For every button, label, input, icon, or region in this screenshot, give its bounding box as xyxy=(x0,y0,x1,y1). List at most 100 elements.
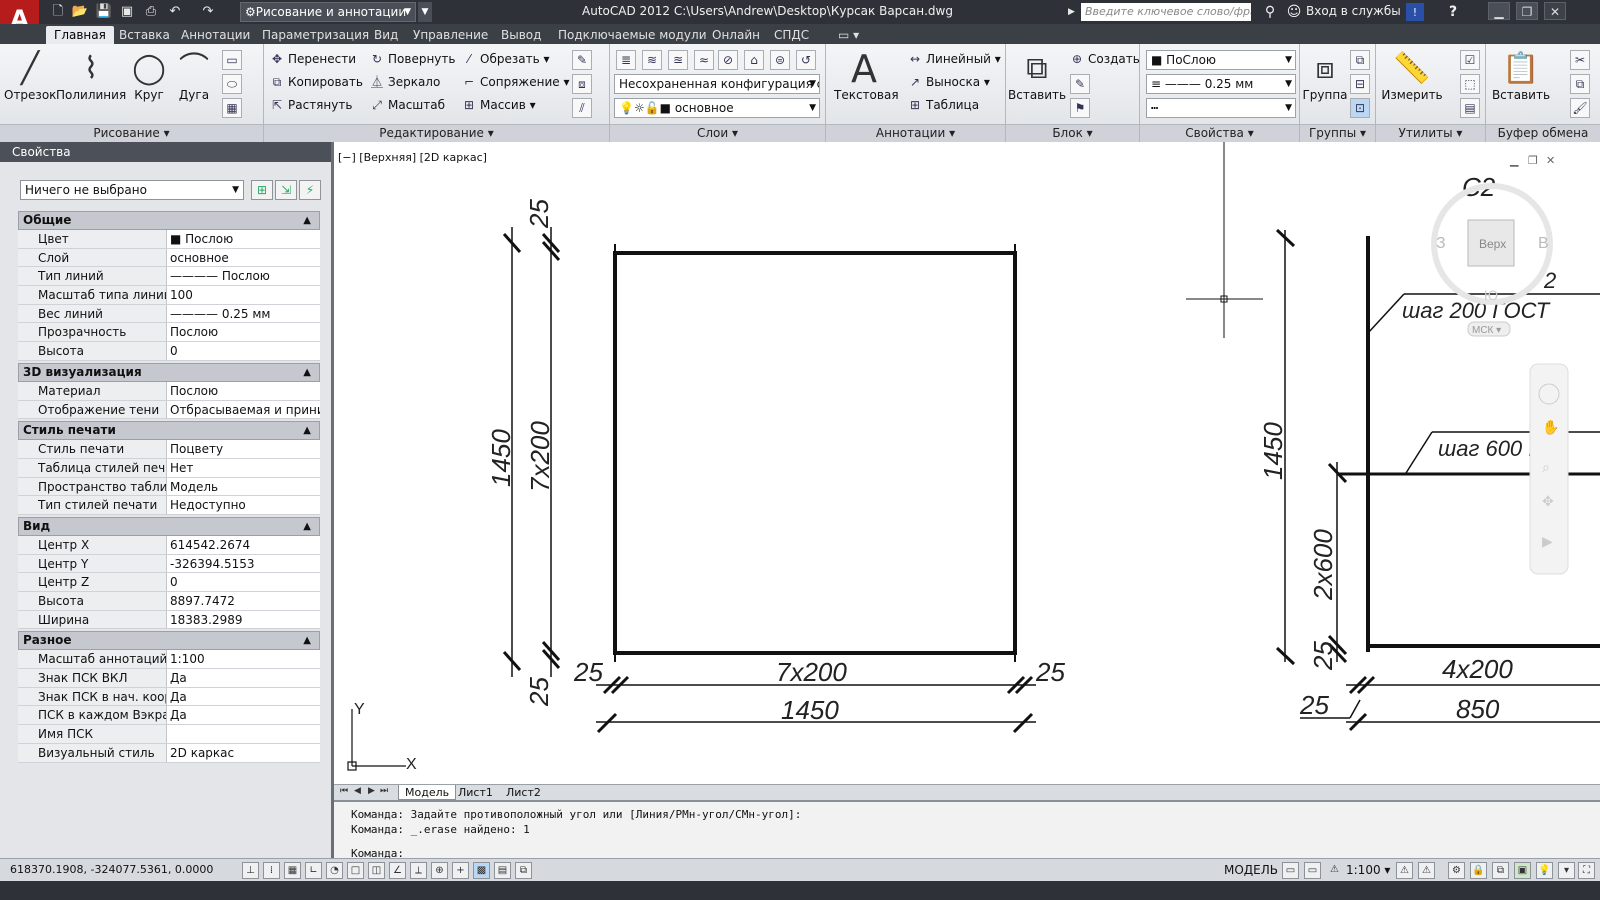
collapse-icon[interactable]: ▲ xyxy=(303,632,311,649)
props-row[interactable]: Знак ПСК ВКЛ Да xyxy=(18,669,320,688)
tab-parametric[interactable]: Параметризация xyxy=(254,26,377,44)
quick-select-icon[interactable]: ☑ xyxy=(1460,50,1480,70)
stretch-button[interactable]: ⇱ Растянуть xyxy=(268,95,352,115)
erase-icon[interactable]: ✎ xyxy=(572,50,592,70)
props-row[interactable]: Центр Z0 xyxy=(18,573,320,592)
showmotion-icon[interactable]: ▶ xyxy=(1542,533,1553,549)
cut-icon[interactable]: ✂ xyxy=(1570,50,1590,70)
rotate-button[interactable]: ↻ Повернуть xyxy=(368,49,455,69)
props-row[interactable]: Масштаб типа линий 100 xyxy=(18,286,320,305)
props-row[interactable]: Визуальный стиль 2D каркас xyxy=(18,743,320,763)
calculator-icon[interactable]: ▤ xyxy=(1460,98,1480,118)
mirror-button[interactable]: ⏅ Зеркало xyxy=(368,72,440,92)
workspace-select[interactable]: ⚙Рисование и аннотации ▼ xyxy=(240,2,416,22)
toggle-pickadd-icon[interactable]: ⊞ xyxy=(251,180,273,200)
props-row[interactable]: Центр X 614542.2674 xyxy=(18,535,320,555)
leader-button[interactable]: ↗ Выноска ▾ xyxy=(906,72,990,92)
redo-icon[interactable]: ↷ xyxy=(198,3,218,21)
props-row-value[interactable]: Послою xyxy=(167,381,320,400)
line-button[interactable]: ╱ Отрезок xyxy=(4,50,56,102)
layer-state-icon[interactable]: ≋ xyxy=(642,50,662,70)
properties-title[interactable]: Свойства xyxy=(0,142,331,162)
props-row-value[interactable]: Нет xyxy=(167,458,320,477)
scale-button[interactable]: ⤢ Масштаб xyxy=(368,95,445,115)
props-row[interactable]: Цвет ■ Послою xyxy=(18,230,320,249)
drawing-area[interactable]: [−] [Верхняя] [2D каркас] ▁ ❐ ✕ 25 1450 … xyxy=(334,142,1600,784)
selection-select[interactable]: Ничего не выбрано ▼ xyxy=(20,180,244,200)
props-row[interactable]: Пространство таблиц...Модель xyxy=(18,477,320,497)
props-row[interactable]: Отображение тени Отбрасываемая и прини... xyxy=(18,400,320,420)
fillet-button[interactable]: ⌐ Сопряжение ▾ xyxy=(460,72,570,92)
color-select[interactable]: ■ ПоСлою ▼ xyxy=(1146,50,1296,70)
prev-layout-icon[interactable]: ◀ xyxy=(354,786,361,796)
save-icon[interactable]: 💾 xyxy=(94,3,114,21)
props-row-value[interactable] xyxy=(167,725,320,743)
quick-view-drawings-icon[interactable]: ▭ xyxy=(1304,862,1321,879)
edit-block-icon[interactable]: ✎ xyxy=(1070,74,1090,94)
props-row[interactable]: Слой основное xyxy=(18,248,320,268)
collapse-icon[interactable]: ▲ xyxy=(303,364,311,381)
props-row-value[interactable]: 614542.2674 xyxy=(167,535,320,554)
select-all-icon[interactable]: ⬚ xyxy=(1460,74,1480,94)
last-layout-icon[interactable]: ⏭ xyxy=(380,786,388,796)
panel-groups-title[interactable]: Группы ▾ xyxy=(1300,124,1375,142)
panel-properties-title[interactable]: Свойства ▾ xyxy=(1140,124,1299,142)
orbit-icon[interactable]: ✥ xyxy=(1542,493,1554,509)
props-row[interactable]: Имя ПСК xyxy=(18,725,320,744)
infer-constraints-icon[interactable]: ⊥ xyxy=(242,862,259,879)
undo-icon[interactable]: ↶ xyxy=(165,3,185,21)
osnap-icon[interactable]: □ xyxy=(347,862,364,879)
print-icon[interactable]: ⎙ xyxy=(141,3,161,21)
group-button[interactable]: ⧈ Группа xyxy=(1302,50,1348,102)
new-icon[interactable]: 🗋 xyxy=(48,3,68,21)
match-props-icon[interactable]: 🖌 xyxy=(1570,98,1590,118)
props-section-header[interactable]: Общие ▲ xyxy=(18,211,320,230)
snap-icon[interactable]: ⁞ xyxy=(263,862,280,879)
tab-home[interactable]: Главная xyxy=(46,26,114,44)
ungroup-icon[interactable]: ⧉ xyxy=(1350,50,1370,70)
quick-view-layouts-icon[interactable]: ▭ xyxy=(1282,862,1299,879)
select-objects-icon[interactable]: ⇲ xyxy=(275,180,297,200)
insert-block-button[interactable]: ⧉ Вставить xyxy=(1008,50,1066,102)
props-row[interactable]: Центр Y -326394.5153 xyxy=(18,554,320,574)
command-line[interactable]: Команда: Задайте противоположный угол ил… xyxy=(334,800,1600,860)
collapse-icon[interactable]: ▲ xyxy=(303,212,311,229)
group-edit-icon[interactable]: ⊟ xyxy=(1350,74,1370,94)
customize-quick-access-button[interactable]: ▼ xyxy=(418,2,432,22)
props-row-value[interactable]: 0 xyxy=(167,573,320,591)
props-row-value[interactable]: Поцвету xyxy=(167,440,320,458)
collapse-icon[interactable]: ▲ xyxy=(303,518,311,535)
dyn-icon[interactable]: ⊕ xyxy=(431,862,448,879)
linear-dim-button[interactable]: ↔ Линейный ▾ xyxy=(906,49,1001,69)
next-layout-icon[interactable]: ▶ xyxy=(368,786,375,796)
layer-off-icon[interactable]: ⊘ xyxy=(718,50,738,70)
group-select-icon[interactable]: ⊡ xyxy=(1350,98,1370,118)
props-row-value[interactable]: -326394.5153 xyxy=(167,554,320,573)
minimize-button[interactable]: ▁ xyxy=(1488,2,1510,20)
model-space-toggle[interactable]: МОДЕЛЬ xyxy=(1224,863,1278,877)
first-layout-icon[interactable]: ⏮ xyxy=(340,786,348,796)
props-row[interactable]: Таблица стилей печатиНет xyxy=(18,458,320,478)
copy-clip-icon[interactable]: ⧉ xyxy=(1570,74,1590,94)
help-icon[interactable]: ? xyxy=(1443,2,1463,22)
polar-icon[interactable]: ◔ xyxy=(326,862,343,879)
ducs-icon[interactable]: ⟂ xyxy=(410,862,427,879)
move-button[interactable]: ✥ Перенести xyxy=(268,49,356,69)
props-row-value[interactable]: Отбрасываемая и прини... xyxy=(167,400,320,419)
props-row-value[interactable]: Да xyxy=(167,687,320,706)
props-section-header[interactable]: Вид ▲ xyxy=(18,516,320,536)
props-section-header[interactable]: 3D визуализация ▲ xyxy=(18,362,320,382)
signin-button[interactable]: Вход в службы xyxy=(1306,4,1401,18)
annotation-scale-select[interactable]: 1:100 ▾ xyxy=(1346,863,1390,877)
trim-button[interactable]: ⁄ Обрезать ▾ xyxy=(460,49,550,69)
workspace-switch-icon[interactable]: ⚙ xyxy=(1448,862,1465,879)
zoom-icon[interactable]: ⌕ xyxy=(1542,459,1550,475)
props-row-value[interactable]: Да xyxy=(167,669,320,687)
toolbar-lock-icon[interactable]: ⧉ xyxy=(1492,862,1509,879)
props-row[interactable]: ПСК в каждом ВэкранеДа xyxy=(18,706,320,726)
props-row[interactable]: Материал Послою xyxy=(18,381,320,401)
layer-iso-icon[interactable]: ≊ xyxy=(668,50,688,70)
props-section-header[interactable]: Разное ▲ xyxy=(18,631,320,651)
props-row[interactable]: Ширина 18383.2989 xyxy=(18,610,320,630)
panel-block-title[interactable]: Блок ▾ xyxy=(1006,124,1139,142)
